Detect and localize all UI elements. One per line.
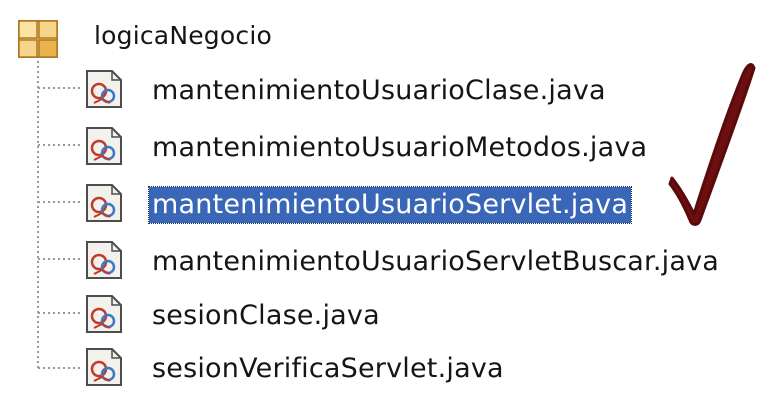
tree-node-label: sesionVerificaServlet.java <box>152 353 504 384</box>
package-icon <box>18 20 58 58</box>
tree-node-label: logicaNegocio <box>94 21 272 50</box>
tree-node-file[interactable]: mantenimientoUsuarioClase.java <box>80 66 740 116</box>
tree-node-label: mantenimientoUsuarioMetodos.java <box>152 132 648 163</box>
tree-node-logicaNegocio[interactable]: logicaNegocio <box>0 10 400 60</box>
tree-node-label: mantenimientoUsuarioClase.java <box>152 75 606 106</box>
tree-node-file[interactable]: mantenimientoUsuarioServletBuscar.java <box>80 237 765 287</box>
tree-node-file-selected[interactable]: mantenimientoUsuarioServlet.java <box>80 180 740 230</box>
tree-node-label: mantenimientoUsuarioServlet.java <box>147 186 633 224</box>
tree-node-label: mantenimientoUsuarioServletBuscar.java <box>152 246 720 277</box>
java-file-icon <box>86 184 122 222</box>
java-file-icon <box>86 348 122 386</box>
java-file-icon <box>86 241 122 279</box>
tree-node-file[interactable]: mantenimientoUsuarioMetodos.java <box>80 123 740 173</box>
tree-node-file[interactable]: sesionVerificaServlet.java <box>80 344 740 394</box>
tree-node-label: sesionClase.java <box>152 300 380 331</box>
java-file-icon <box>86 295 122 333</box>
tree-node-file[interactable]: sesionClase.java <box>80 291 740 341</box>
project-tree: logicaNegocio mantenimientoUsuarioClase.… <box>0 0 769 386</box>
java-file-icon <box>86 70 122 108</box>
java-file-icon <box>86 127 122 165</box>
